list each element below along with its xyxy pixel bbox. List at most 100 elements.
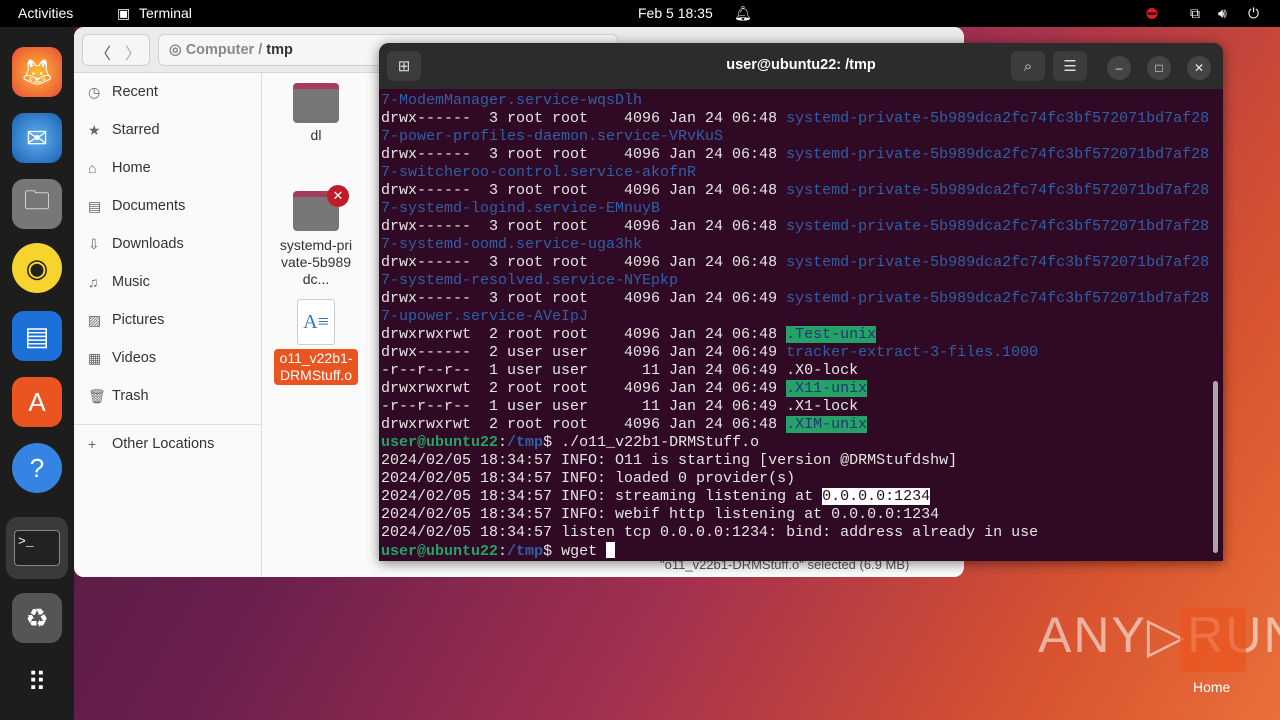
- plus-icon: +: [88, 435, 97, 452]
- network-icon[interactable]: ⧉: [1190, 5, 1200, 22]
- menu-button[interactable]: ☰: [1053, 51, 1087, 81]
- text-segment: 7-ModemManager.service-wqsDlh: [381, 92, 643, 109]
- text-segment: systemd-private-5b989dca2fc74fc3bf572071…: [786, 146, 1210, 163]
- text-segment: drwxrwxrwt 2 root root 4096 Jan 24 06:48: [381, 326, 787, 343]
- text-segment: -r--r--r-- 1 user user 11 Jan 24 06:49 .…: [381, 362, 859, 379]
- power-icon[interactable]: ⏻: [1248, 5, 1259, 22]
- activities-button[interactable]: Activities: [18, 5, 73, 21]
- folder-dl[interactable]: dl: [271, 83, 361, 143]
- text-segment: :: [498, 543, 508, 560]
- text-segment: .XIM-unix: [786, 416, 868, 433]
- firefox-icon[interactable]: 🦊︎: [12, 47, 62, 97]
- sidebar-item-label: Downloads: [112, 236, 184, 252]
- search-button[interactable]: ⌕: [1011, 51, 1045, 81]
- scrollbar[interactable]: [1213, 381, 1218, 553]
- text-segment: drwx------ 3 root root 4096 Jan 24 06:49: [381, 290, 787, 307]
- close-button[interactable]: ✕: [1187, 56, 1211, 80]
- text-segment: systemd-private-5b989dca2fc74fc3bf572071…: [786, 254, 1210, 271]
- nav-buttons: 〈 〉: [82, 34, 150, 66]
- terminal-line: 2024/02/05 18:34:57 listen tcp 0.0.0.0:1…: [381, 524, 1209, 542]
- text-segment: drwxrwxrwt 2 root root 4096 Jan 24 06:48: [381, 416, 787, 433]
- rhythmbox-icon[interactable]: ◉: [12, 243, 62, 293]
- text-segment: 7-switcheroo-control.service-akofnR: [381, 164, 697, 181]
- text-segment: :: [498, 434, 508, 451]
- trash-icon[interactable]: ♻: [12, 593, 62, 643]
- breadcrumb-computer[interactable]: Computer: [186, 42, 254, 58]
- text-segment: drwx------ 2 user user 4096 Jan 24 06:49: [381, 344, 787, 361]
- sidebar-item-documents[interactable]: ▤ Documents: [74, 187, 261, 225]
- forward-button[interactable]: 〉: [125, 40, 141, 64]
- document-icon: ▤: [88, 197, 102, 214]
- app-center-icon[interactable]: A: [12, 377, 62, 427]
- text-segment: drwx------ 3 root root 4096 Jan 24 06:48: [381, 254, 787, 271]
- picture-icon: ▨: [88, 311, 102, 328]
- text-segment: 2024/02/05 18:34:57 listen tcp 0.0.0.0:1…: [381, 524, 1039, 541]
- sidebar-item-starred[interactable]: ★ Starred: [74, 111, 261, 149]
- text-segment: -r--r--r-- 1 user user 11 Jan 24 06:49 .…: [381, 398, 859, 415]
- sidebar-item-home[interactable]: ⌂ Home: [74, 149, 261, 187]
- text-segment: drwx------ 3 root root 4096 Jan 24 06:48: [381, 110, 787, 127]
- terminal-icon[interactable]: >_: [6, 517, 68, 579]
- terminal-line: drwx------ 3 root root 4096 Jan 24 06:48…: [381, 110, 1209, 128]
- text-segment: /tmp: [507, 434, 544, 451]
- terminal-line: drwxrwxrwt 2 root root 4096 Jan 24 06:49…: [381, 380, 1209, 398]
- terminal-line: 2024/02/05 18:34:57 INFO: loaded 0 provi…: [381, 470, 1209, 488]
- sidebar-item-label: Videos: [112, 350, 157, 366]
- text-segment: user@ubuntu22: [381, 434, 499, 451]
- download-icon: ⇩: [88, 235, 100, 252]
- bell-icon: 🔔︎: [734, 5, 752, 21]
- sidebar-item-label: Pictures: [112, 312, 165, 328]
- terminal-output[interactable]: 7-ModemManager.service-wqsDlh drwx------ …: [381, 92, 1209, 561]
- text-segment: systemd-private-5b989dca2fc74fc3bf572071…: [786, 290, 1210, 307]
- help-icon[interactable]: ?: [12, 443, 62, 493]
- sidebar-item-label: Starred: [112, 122, 160, 138]
- sidebar-item-videos[interactable]: ▦ Videos: [74, 339, 261, 377]
- cursor: [606, 542, 616, 558]
- file-o11[interactable]: A≡ o11_v22b1-DRMStuff.o: [271, 299, 361, 385]
- thunderbird-icon[interactable]: ✉: [12, 113, 62, 163]
- text-segment: 7-power-profiles-daemon.service-VRvKuS: [381, 128, 724, 145]
- back-button[interactable]: 〈: [95, 40, 111, 64]
- volume-icon[interactable]: 🔊︎: [1218, 5, 1227, 22]
- terminal-app-icon: ▣: [117, 5, 131, 21]
- terminal-line: drwx------ 2 user user 4096 Jan 24 06:49…: [381, 344, 1209, 362]
- minimize-button[interactable]: –: [1107, 56, 1131, 80]
- item-label: o11_v22b1-DRMStuff.o: [274, 349, 358, 385]
- terminal-line: 7-switcheroo-control.service-akofnR: [381, 164, 1209, 182]
- text-segment: 7-systemd-oomd.service-uga3hk: [381, 236, 643, 253]
- sidebar: ◷ Recent ★ Starred ⌂ Home ▤ Documents ⇩ Downloads…: [74, 73, 262, 577]
- terminal-line: 2024/02/05 18:34:57 INFO: O11 is startin…: [381, 452, 1209, 470]
- sidebar-item-other-locations[interactable]: + Other Locations: [74, 424, 261, 462]
- app-menu[interactable]: Terminal: [139, 5, 192, 21]
- sidebar-item-trash[interactable]: 🗑︎ Trash: [74, 377, 261, 415]
- drive-icon: ◎: [169, 42, 182, 58]
- terminal-line: drwxrwxrwt 2 root root 4096 Jan 24 06:48…: [381, 326, 1209, 344]
- sidebar-item-recent[interactable]: ◷ Recent: [74, 73, 261, 111]
- folder-systemd-private[interactable]: ✕ systemd-private-5b989dc...: [271, 185, 361, 288]
- sidebar-item-label: Documents: [112, 198, 186, 214]
- text-segment: /tmp: [507, 543, 544, 560]
- sidebar-item-downloads[interactable]: ⇩ Downloads: [74, 225, 261, 263]
- sidebar-item-music[interactable]: ♫ Music: [74, 263, 261, 301]
- sidebar-item-label: Home: [112, 160, 151, 176]
- terminal-line: user@ubuntu22:/tmp$ wget: [381, 542, 1209, 561]
- clock[interactable]: Feb 5 18:35: [638, 5, 713, 21]
- music-icon: ♫: [88, 274, 99, 290]
- writer-icon[interactable]: ▤: [12, 311, 62, 361]
- home-desktop-label[interactable]: Home: [1193, 679, 1230, 695]
- app-grid-icon[interactable]: ⠿: [12, 657, 62, 707]
- terminal-line: drwx------ 3 root root 4096 Jan 24 06:48…: [381, 254, 1209, 272]
- sidebar-item-label: Other Locations: [112, 435, 215, 452]
- home-folder-icon[interactable]: [1180, 608, 1246, 672]
- terminal-line: 2024/02/05 18:34:57 INFO: streaming list…: [381, 488, 1209, 506]
- files-icon[interactable]: 🗀: [12, 179, 62, 229]
- sidebar-item-pictures[interactable]: ▨ Pictures: [74, 301, 261, 339]
- maximize-button[interactable]: □: [1147, 56, 1171, 80]
- text-segment: drwxrwxrwt 2 root root 4096 Jan 24 06:49: [381, 380, 787, 397]
- terminal-window: ⊞ user@ubuntu22: /tmp ⌕ ☰ – □ ✕ 7-ModemM…: [379, 43, 1223, 561]
- text-segment: systemd-private-5b989dca2fc74fc3bf572071…: [786, 182, 1210, 199]
- star-icon: ★: [88, 121, 101, 138]
- stop-icon: ⛔︎: [1146, 5, 1158, 21]
- terminal-line: 2024/02/05 18:34:57 INFO: webif http lis…: [381, 506, 1209, 524]
- breadcrumb-tmp[interactable]: tmp: [266, 42, 293, 58]
